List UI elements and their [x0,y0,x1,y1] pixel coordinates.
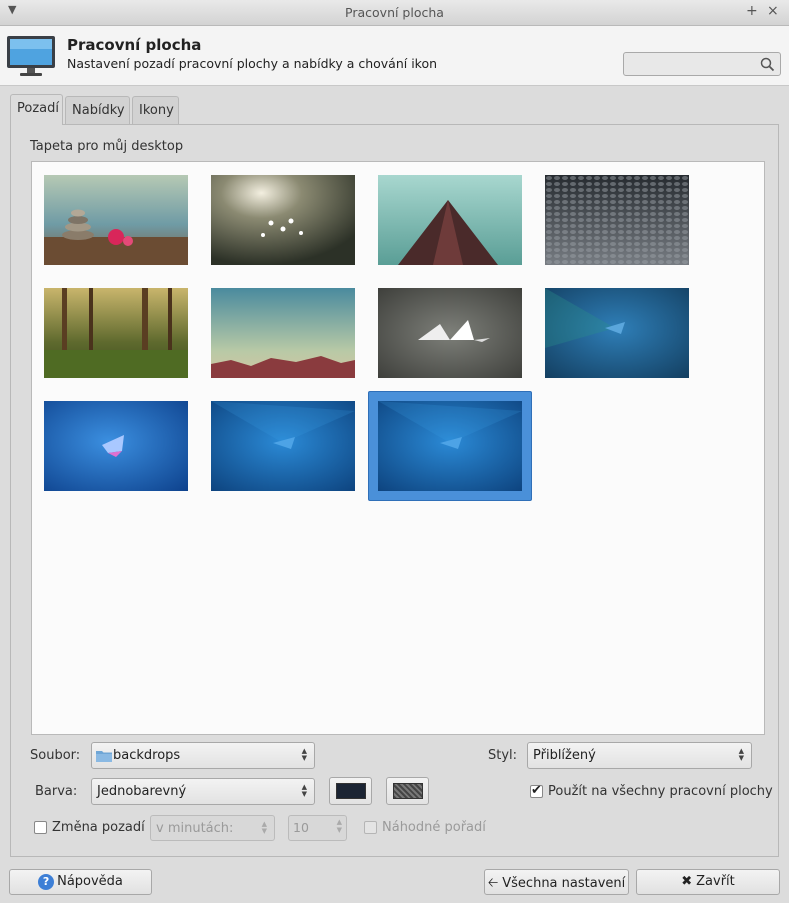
all-settings-button[interactable]: 🡠 Všechna nastavení [484,869,629,895]
wallpaper-thumbnail[interactable] [211,288,355,378]
close-icon[interactable]: × [767,3,779,19]
tab-label: Ikony [139,103,174,118]
tab-icons[interactable]: Ikony [132,96,179,125]
window-titlebar[interactable]: ▼ Pracovní plocha + × [0,0,789,26]
interval-value: 10 [293,820,309,835]
style-label: Styl: [488,748,518,763]
maximize-icon[interactable]: + [746,3,758,19]
search-icon [760,57,775,72]
color-mode-select[interactable]: Jednobarevný ▲ ▼ [91,778,315,805]
random-order-checkbox[interactable] [364,821,377,834]
random-order-label: Náhodné pořadí [382,820,486,835]
spin-arrows-icon: ▲ ▼ [301,747,307,762]
folder-icon [96,751,112,762]
wallpaper-thumbnail[interactable] [378,175,522,265]
close-label: Zavřít [696,874,735,889]
change-background-checkbox[interactable] [34,821,47,834]
tab-menus[interactable]: Nabídky [65,96,130,125]
spin-arrows-icon: ▲ ▼ [261,820,267,835]
wallpaper-thumbnail[interactable] [211,401,355,491]
window-title: Pracovní plocha [345,5,444,20]
wallpaper-thumbnail[interactable] [545,175,689,265]
help-icon: ? [38,874,55,890]
help-button[interactable]: ? Nápověda [9,869,152,895]
wallpaper-thumbnail[interactable] [378,401,522,491]
wallpaper-thumbnail[interactable] [545,288,689,378]
color-label: Barva: [35,784,78,799]
primary-color-button[interactable] [329,777,372,805]
file-value: backdrops [113,748,181,763]
wallpaper-thumbnail[interactable] [378,288,522,378]
tab-background[interactable]: Pozadí [10,94,63,125]
interval-spinbox[interactable]: 10 ▲ ▼ [288,815,347,841]
tab-label: Nabídky [72,103,125,118]
tab-label: Pozadí [17,101,59,116]
wallpaper-thumbnail[interactable] [44,288,188,378]
monitor-icon [7,36,55,76]
wallpaper-group-label: Tapeta pro můj desktop [30,139,184,154]
all-settings-label: Všechna nastavení [502,876,626,891]
page-title: Pracovní plocha [67,36,202,54]
color-mode-value: Jednobarevný [97,784,187,799]
search-input[interactable] [623,52,781,76]
wallpaper-thumbnail[interactable] [211,175,355,265]
change-background-label: Změna pozadí [52,820,145,835]
spin-arrows-icon: ▲ ▼ [336,818,342,834]
secondary-color-swatch [393,783,423,799]
help-label: Nápověda [57,874,123,889]
spin-arrows-icon: ▲ ▼ [738,747,744,762]
file-label: Soubor: [30,748,81,763]
close-button[interactable]: ✖ Zavřít [636,869,780,895]
page-subtitle: Nastavení pozadí pracovní plochy a nabíd… [67,56,438,71]
spin-arrows-icon: ▲ ▼ [301,783,307,798]
file-chooser[interactable]: backdrops ▲ ▼ [91,742,315,769]
style-value: Přiblížený [533,748,596,763]
apply-all-checkbox[interactable] [530,783,543,798]
dialog-header: Pracovní plocha Nastavení pozadí pracovn… [0,26,789,86]
apply-all-label: Použít na všechny pracovní plochy [548,784,773,799]
close-icon: ✖ [681,874,693,889]
secondary-color-button[interactable] [386,777,429,805]
interval-unit-select[interactable]: v minutách: ▲ ▼ [150,815,275,841]
primary-color-swatch [336,783,366,799]
style-select[interactable]: Přiblížený ▲ ▼ [527,742,752,769]
back-arrow-icon: 🡠 [487,876,499,891]
interval-unit-value: v minutách: [156,821,234,836]
wallpaper-thumbnail[interactable] [44,175,188,265]
wallpaper-thumbnail[interactable] [44,401,188,491]
